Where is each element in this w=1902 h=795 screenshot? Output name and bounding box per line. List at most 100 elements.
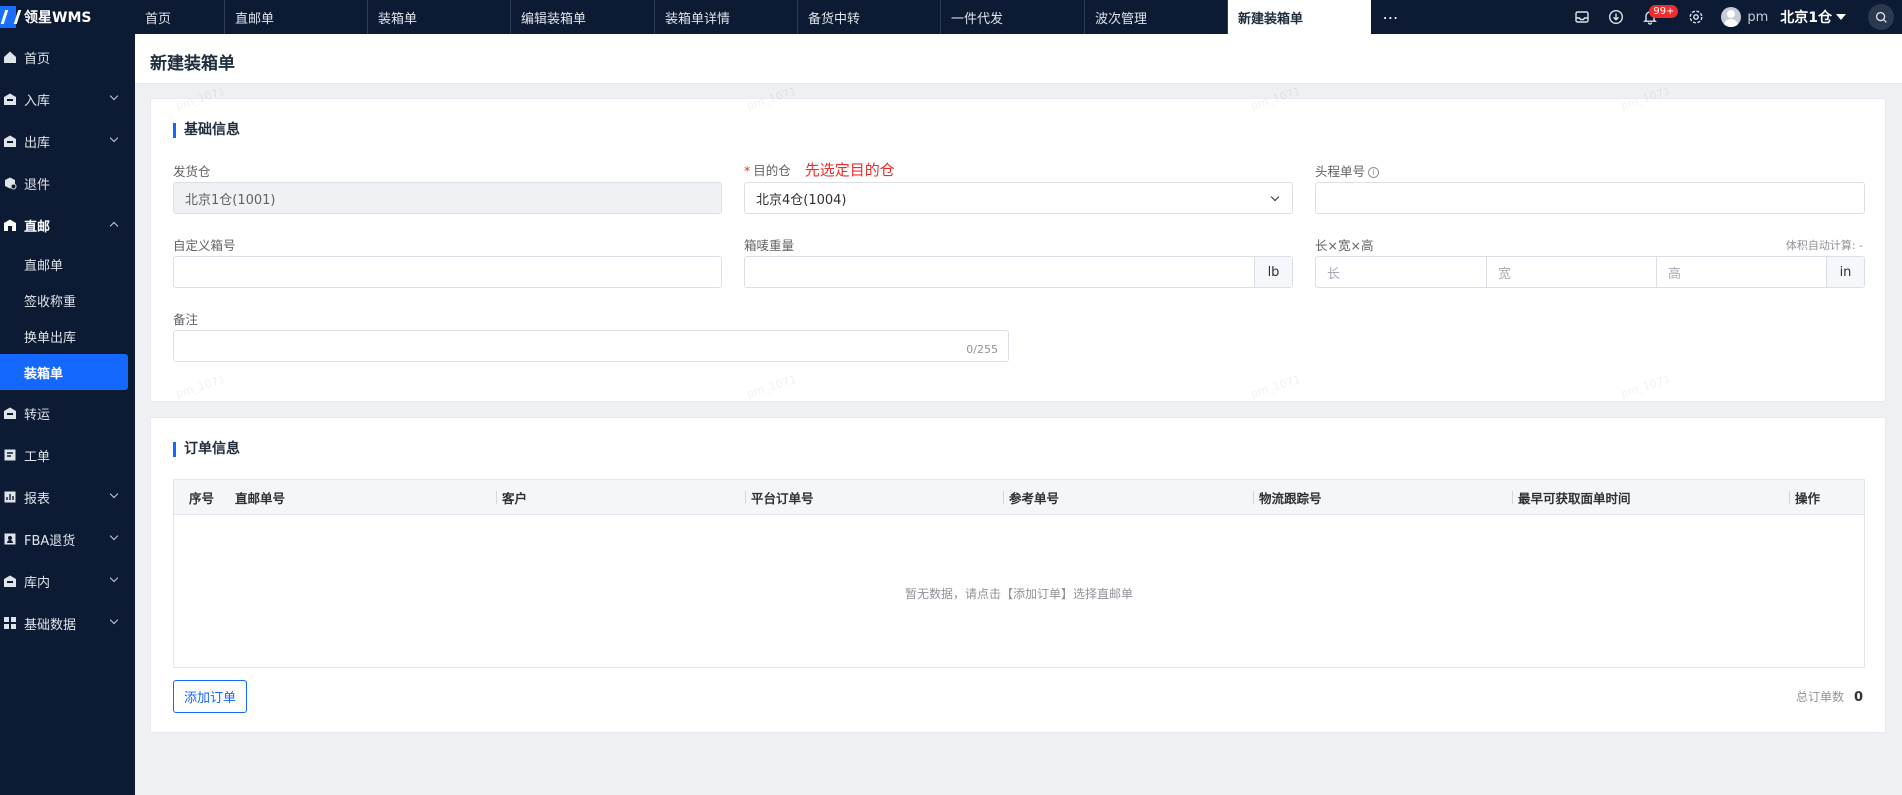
tab-direct-mail[interactable]: 直邮单 (225, 0, 368, 34)
col-tracking-no: 物流跟踪号 (1253, 480, 1322, 515)
grid-data-icon (2, 615, 18, 631)
weight-label: 箱唛重量 (744, 238, 795, 253)
more-tabs-icon[interactable]: ⋯ (1371, 0, 1411, 34)
caret-down-icon (1836, 14, 1846, 20)
sidebar-item-base-data[interactable]: 基础数据 (0, 602, 135, 644)
tab-edit-packing[interactable]: 编辑装箱单 (511, 0, 655, 34)
dest-warehouse-select[interactable]: 北京4仓(1004) (744, 182, 1293, 214)
bell-icon[interactable]: 99+ (1639, 5, 1679, 28)
custom-box-input[interactable] (173, 256, 722, 288)
return-box-icon (2, 175, 18, 191)
section-title-orders: 订单信息 (173, 442, 240, 457)
inbound-icon (2, 91, 18, 107)
col-actions: 操作 (1789, 480, 1820, 515)
page-tabs: 首页 直邮单 装箱单 编辑装箱单 装箱单详情 备货中转 一件代发 波次管理 新建… (135, 0, 1411, 34)
order-info-card: 订单信息 序号 直邮单号 客户 平台订单号 参考单号 物流跟踪号 最早可获取面单… (150, 417, 1886, 733)
sidebar-item-inventory[interactable]: 库内 (0, 560, 135, 602)
total-orders-count: 0 (1853, 690, 1863, 705)
work-order-icon (2, 447, 18, 463)
user-name[interactable]: pm (1747, 10, 1768, 25)
notification-badge: 99+ (1649, 5, 1679, 18)
sidebar-item-reports[interactable]: 报表 (0, 476, 135, 518)
width-input[interactable]: 宽 (1486, 256, 1657, 288)
app-logo[interactable]: 领星WMS (0, 0, 135, 34)
dest-warehouse-label: * 目的仓 先选定目的仓 (744, 161, 895, 179)
volume-auto-calc: 体积自动计算: - (1785, 239, 1863, 252)
orders-table-header: 序号 直邮单号 客户 平台订单号 参考单号 物流跟踪号 最早可获取面单时间 操作 (174, 480, 1864, 515)
avatar[interactable] (1721, 7, 1742, 27)
chevron-up-icon (109, 221, 119, 231)
orders-table: 序号 直邮单号 客户 平台订单号 参考单号 物流跟踪号 最早可获取面单时间 操作… (173, 479, 1865, 668)
download-icon[interactable] (1605, 6, 1627, 28)
sidebar-subitem-packing-list[interactable]: 装箱单 (0, 354, 128, 390)
sidebar-item-outbound[interactable]: 出库 (0, 120, 135, 162)
home-icon (2, 49, 18, 65)
top-bar: 领星WMS 首页 直邮单 装箱单 编辑装箱单 装箱单详情 备货中转 一件代发 波… (0, 0, 1902, 34)
tab-packing-list[interactable]: 装箱单 (368, 0, 511, 34)
chevron-down-icon (109, 573, 119, 583)
chevron-down-icon (1270, 192, 1280, 202)
from-warehouse-label: 发货仓 (173, 164, 211, 179)
sidebar-subitem-relabel-outbound[interactable]: 换单出库 (0, 318, 135, 354)
tab-wave[interactable]: 波次管理 (1085, 0, 1228, 34)
tab-dropship[interactable]: 一件代发 (941, 0, 1085, 34)
report-icon (2, 489, 18, 505)
page-header: 新建装箱单 (135, 34, 1902, 84)
dest-warehouse-hint: 先选定目的仓 (804, 161, 895, 179)
tab-new-packing[interactable]: 新建装箱单 (1228, 0, 1371, 34)
sidebar-item-inbound[interactable]: 入库 (0, 78, 135, 120)
warehouse-icon (2, 573, 18, 589)
sidebar-item-fba-returns[interactable]: FBA退货 (0, 518, 135, 560)
chevron-down-icon (109, 133, 119, 143)
warehouse-switcher[interactable]: 北京1仓 (1780, 7, 1846, 27)
sidebar-subitem-sign-weigh[interactable]: 签收称重 (0, 282, 135, 318)
basic-info-card: 基础信息 发货仓 北京1仓(1001) * 目的仓 先选定目的仓 北京4仓(1004… (150, 98, 1886, 402)
sidebar-subitem-direct-mail-list[interactable]: 直邮单 (0, 246, 135, 282)
section-title-basic: 基础信息 (173, 123, 240, 138)
settings-icon[interactable] (1685, 6, 1707, 28)
chevron-down-icon (109, 91, 119, 101)
logo-icon (0, 6, 16, 28)
required-mark: * (744, 163, 751, 178)
sidebar-item-returns[interactable]: 退件 (0, 162, 135, 204)
col-index: 序号 (189, 491, 215, 506)
chevron-down-icon (109, 489, 119, 499)
weight-input[interactable]: lb (744, 256, 1293, 288)
add-order-button[interactable]: 添加订单 (173, 680, 247, 713)
sidebar-item-home[interactable]: 首页 (0, 36, 135, 78)
direct-mail-icon (2, 217, 18, 233)
dims-label: 长×宽×高 (1315, 238, 1374, 253)
total-orders: 总订单数 0 (1795, 690, 1863, 705)
head-no-input[interactable] (1315, 182, 1865, 214)
tab-home[interactable]: 首页 (135, 0, 225, 34)
sidebar-item-transfer[interactable]: 转运 (0, 392, 135, 434)
logo-text: 领星WMS (24, 10, 92, 26)
remark-textarea[interactable]: 0/255 (173, 330, 1009, 362)
custom-box-label: 自定义箱号 (173, 238, 236, 253)
empty-state-text: 暂无数据，请点击【添加订单】选择直邮单 (904, 587, 1133, 601)
sidebar: 首页 入库 出库 退件 直邮 直邮单 签收称重 换单出库 装箱单 转运 工单 报… (0, 34, 135, 795)
col-customer: 客户 (496, 480, 527, 515)
remark-counter: 0/255 (966, 343, 998, 356)
dims-unit: in (1826, 257, 1864, 287)
chevron-down-icon (109, 615, 119, 625)
length-input[interactable]: 长 (1315, 256, 1487, 288)
from-warehouse-field: 北京1仓(1001) (173, 182, 722, 214)
tab-packing-detail[interactable]: 装箱单详情 (655, 0, 798, 34)
sidebar-item-direct-mail[interactable]: 直邮 (0, 204, 135, 246)
info-icon[interactable]: i (1368, 167, 1380, 178)
height-input[interactable]: 高 in (1656, 256, 1865, 288)
col-earliest-label-time: 最早可获取面单时间 (1512, 480, 1631, 515)
head-no-label: 头程单号 i (1315, 161, 1380, 180)
transfer-icon (2, 405, 18, 421)
search-icon[interactable] (1868, 4, 1894, 30)
tab-stock-transfer[interactable]: 备货中转 (798, 0, 941, 34)
top-right-tools: 99+ pm 北京1仓 (1565, 0, 1902, 34)
remark-label: 备注 (173, 312, 199, 327)
outbound-icon (2, 133, 18, 149)
col-reference-no: 参考单号 (1003, 480, 1059, 515)
col-platform-order-no: 平台订单号 (745, 480, 814, 515)
inbox-icon[interactable] (1571, 6, 1593, 28)
chevron-down-icon (109, 531, 119, 541)
sidebar-item-work-order[interactable]: 工单 (0, 434, 135, 476)
